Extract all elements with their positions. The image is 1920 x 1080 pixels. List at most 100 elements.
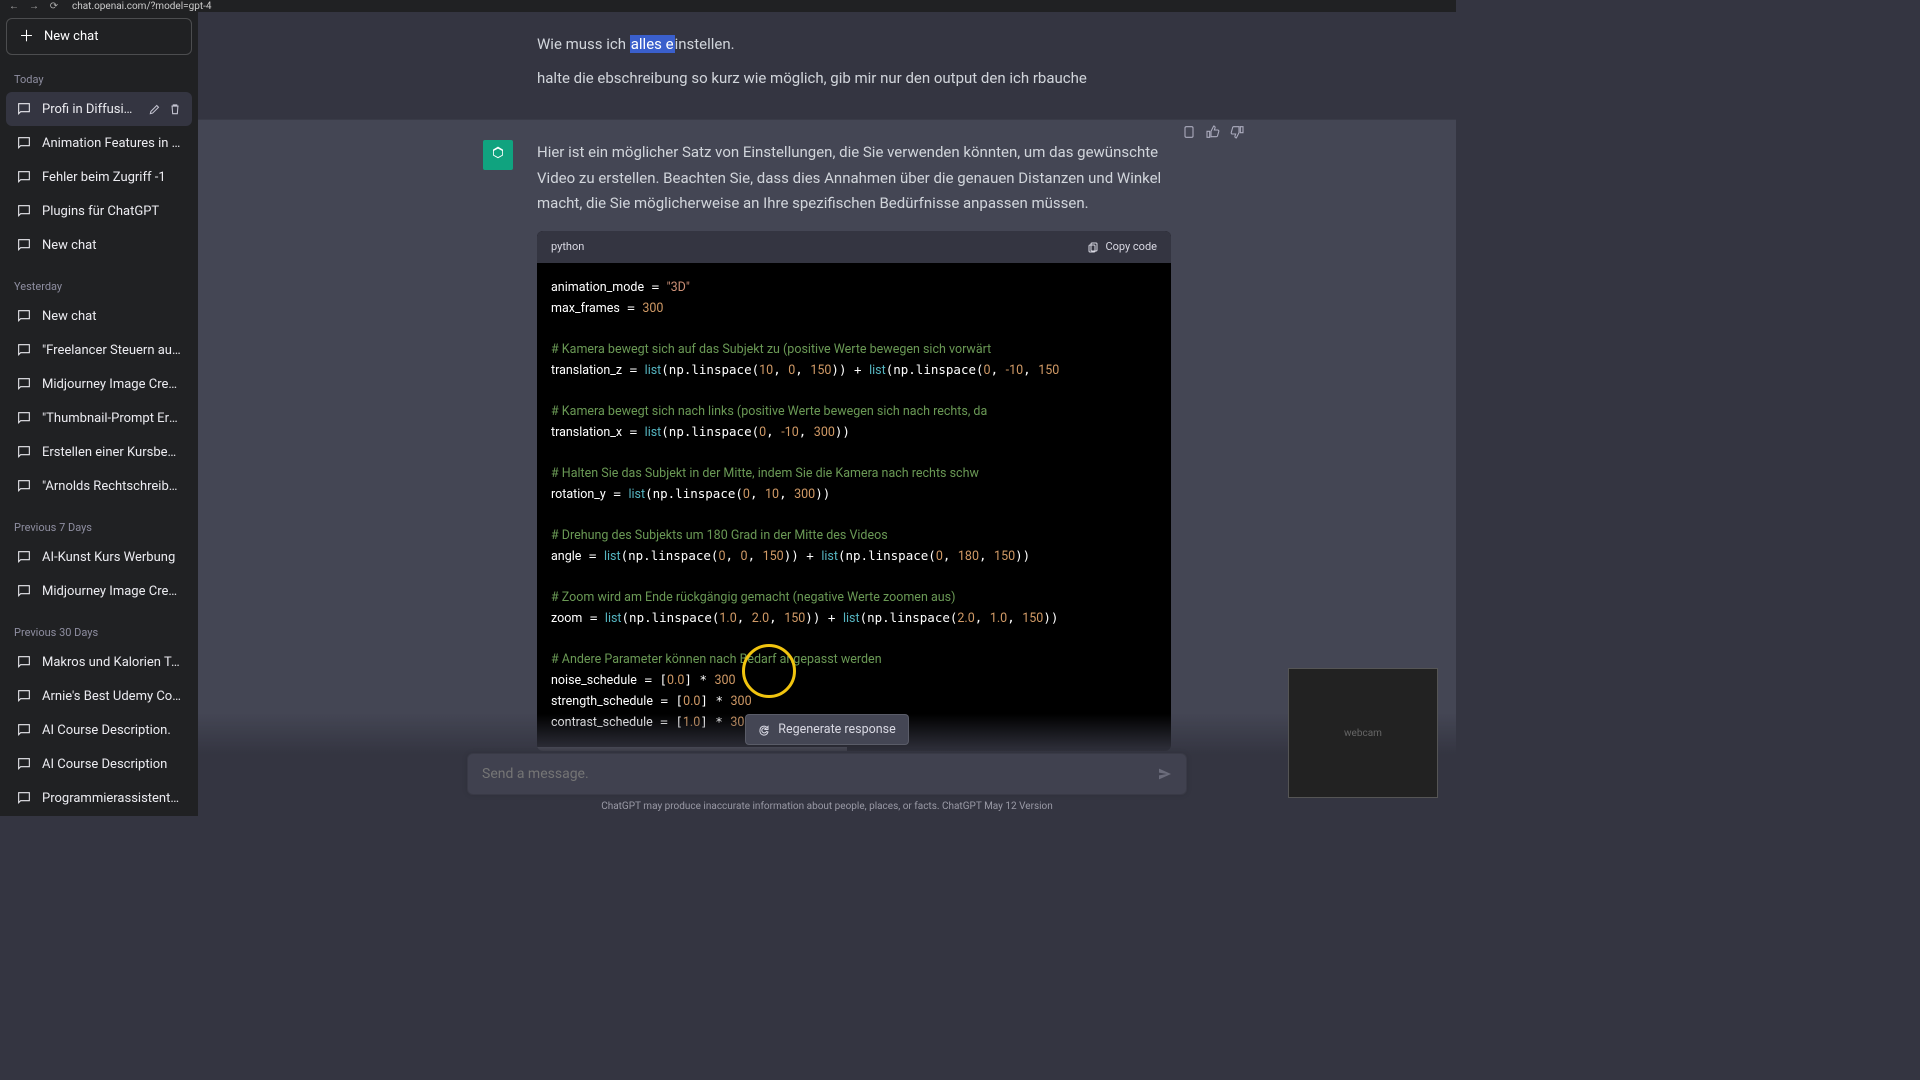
chat-bubble-icon	[16, 790, 32, 806]
openai-logo-icon	[488, 145, 508, 165]
sidebar-item-label: Plugins für ChatGPT	[42, 204, 182, 219]
clipboard-icon[interactable]	[1181, 124, 1197, 140]
sidebar-item[interactable]: Arnie's Best Udemy Courses	[6, 679, 192, 713]
refresh-icon	[758, 724, 770, 736]
code-block: python Copy code animation_mode = "3D" m…	[537, 231, 1171, 752]
chat-bubble-icon	[16, 722, 32, 738]
sidebar-item[interactable]: Makros und Kalorien Tabelle	[6, 645, 192, 679]
chat-bubble-icon	[16, 342, 32, 358]
pencil-icon[interactable]	[148, 102, 162, 116]
sidebar-item[interactable]: AI Course Description	[6, 747, 192, 781]
sidebar-item-label: Midjourney Image Creation	[42, 584, 182, 599]
sidebar-item-label: Programmierassistent "CodeG…	[42, 791, 182, 806]
code-lang-label: python	[551, 238, 584, 257]
main-content: Wie muss ich alles einstellen. halte die…	[198, 12, 1456, 816]
sidebar-item-label: Makros und Kalorien Tabelle	[42, 655, 182, 670]
url-text: chat.openai.com/?model=gpt-4	[72, 1, 212, 12]
sidebar-item-label: New chat	[42, 238, 182, 253]
chat-bubble-icon	[16, 688, 32, 704]
sidebar-item-label: "Arnolds Rechtschreibhilfe"	[42, 479, 182, 494]
chat-bubble-icon	[16, 583, 32, 599]
sidebar-item[interactable]: Fehler beim Zugriff -1	[6, 160, 192, 194]
regenerate-label: Regenerate response	[778, 722, 895, 737]
trash-icon[interactable]	[168, 102, 182, 116]
forward-arrow-icon[interactable]: →	[28, 0, 40, 12]
sidebar-item[interactable]: New chat	[6, 228, 192, 262]
chat-bubble-icon	[16, 101, 32, 117]
sidebar-item[interactable]: "Arnolds Rechtschreibhilfe"	[6, 469, 192, 503]
regenerate-button[interactable]: Regenerate response	[745, 714, 908, 745]
chat-bubble-icon	[16, 654, 32, 670]
sidebar-item-label: AI Course Description.	[42, 723, 182, 738]
chat-bubble-icon	[16, 478, 32, 494]
sidebar-item[interactable]: Midjourney Image Creation.	[6, 367, 192, 401]
sidebar-item-label: New chat	[42, 309, 182, 324]
browser-address-bar: ← → ⟳ chat.openai.com/?model=gpt-4	[0, 0, 1456, 12]
new-chat-button[interactable]: ＋ New chat	[6, 18, 192, 55]
sidebar-item[interactable]: Tool for Video Updates.	[6, 815, 192, 816]
chat-bubble-icon	[16, 410, 32, 426]
sidebar-item[interactable]: New chat	[6, 299, 192, 333]
sidebar-item[interactable]: Midjourney Image Creation	[6, 574, 192, 608]
user-message-content: Wie muss ich alles einstellen. halte die…	[537, 32, 1171, 99]
chat-bubble-icon	[16, 135, 32, 151]
sidebar-item-label: AI Course Description	[42, 757, 182, 772]
assistant-message-row: Hier ist ein möglicher Satz von Einstell…	[198, 119, 1456, 816]
bottom-input-area: Regenerate response ChatGPT may produce …	[198, 714, 1456, 816]
copy-code-button[interactable]: Copy code	[1087, 238, 1157, 257]
sidebar-item-label: "Thumbnail-Prompt Erstellun…	[42, 411, 182, 426]
thumbs-up-icon[interactable]	[1205, 124, 1221, 140]
thumbs-down-icon[interactable]	[1229, 124, 1245, 140]
chat-bubble-icon	[16, 376, 32, 392]
webcam-overlay: webcam	[1288, 668, 1438, 798]
new-chat-label: New chat	[44, 29, 98, 44]
sidebar-section-title: Previous 30 Days	[6, 622, 192, 645]
sidebar-item-label: Midjourney Image Creation.	[42, 377, 182, 392]
sidebar-item[interactable]: AI Course Description.	[6, 713, 192, 747]
sidebar: ＋ New chat Today Profi in Diffusionsmode…	[0, 12, 198, 816]
sidebar-item[interactable]: "Freelancer Steuern auf Plattf…	[6, 333, 192, 367]
clipboard-icon	[1087, 241, 1099, 253]
chat-bubble-icon	[16, 756, 32, 772]
user-text-fragment: Wie muss ich	[537, 35, 630, 53]
sidebar-item[interactable]: Programmierassistent "CodeG…	[6, 781, 192, 815]
chat-bubble-icon	[16, 169, 32, 185]
chat-bubble-icon	[16, 308, 32, 324]
sidebar-item-label: Fehler beim Zugriff -1	[42, 170, 182, 185]
back-arrow-icon[interactable]: ←	[8, 0, 20, 12]
assistant-intro-text: Hier ist ein möglicher Satz von Einstell…	[537, 140, 1171, 217]
sidebar-item-label: AI-Kunst Kurs Werbung	[42, 550, 182, 565]
user-text-fragment: instellen.	[675, 35, 735, 53]
sidebar-section-title: Today	[6, 69, 192, 92]
chat-bubble-icon	[16, 237, 32, 253]
chat-bubble-icon	[16, 444, 32, 460]
sidebar-item[interactable]: Erstellen einer Kursbeschreib…	[6, 435, 192, 469]
chat-bubble-icon	[16, 549, 32, 565]
code-body[interactable]: animation_mode = "3D" max_frames = 300 #…	[537, 263, 1171, 751]
send-icon	[1157, 766, 1173, 782]
chat-bubble-icon	[16, 203, 32, 219]
sidebar-item-label: Animation Features in DSD	[42, 136, 182, 151]
disclaimer-text: ChatGPT may produce inaccurate informati…	[198, 801, 1456, 812]
sidebar-item[interactable]: Profi in Diffusionsmode	[6, 92, 192, 126]
sidebar-item-label: Profi in Diffusionsmode	[42, 102, 138, 117]
copy-code-label: Copy code	[1105, 238, 1157, 257]
user-message-row: Wie muss ich alles einstellen. halte die…	[198, 12, 1456, 119]
sidebar-item-label: Arnie's Best Udemy Courses	[42, 689, 182, 704]
sidebar-item-label: "Freelancer Steuern auf Plattf…	[42, 343, 182, 358]
assistant-avatar	[483, 140, 513, 170]
send-button[interactable]	[1153, 762, 1177, 786]
messages-scroll[interactable]: Wie muss ich alles einstellen. halte die…	[198, 12, 1456, 816]
sidebar-section-title: Previous 7 Days	[6, 517, 192, 540]
code-block-header: python Copy code	[537, 231, 1171, 264]
sidebar-item[interactable]: AI-Kunst Kurs Werbung	[6, 540, 192, 574]
message-input[interactable]	[467, 753, 1187, 795]
sidebar-item[interactable]: "Thumbnail-Prompt Erstellun…	[6, 401, 192, 435]
reload-icon[interactable]: ⟳	[48, 0, 60, 12]
sidebar-section-title: Yesterday	[6, 276, 192, 299]
user-avatar-spacer	[483, 32, 513, 62]
sidebar-item-label: Erstellen einer Kursbeschreib…	[42, 445, 182, 460]
sidebar-item[interactable]: Animation Features in DSD	[6, 126, 192, 160]
user-text-line: halte die ebschreibung so kurz wie mögli…	[537, 66, 1171, 92]
sidebar-item[interactable]: Plugins für ChatGPT	[6, 194, 192, 228]
